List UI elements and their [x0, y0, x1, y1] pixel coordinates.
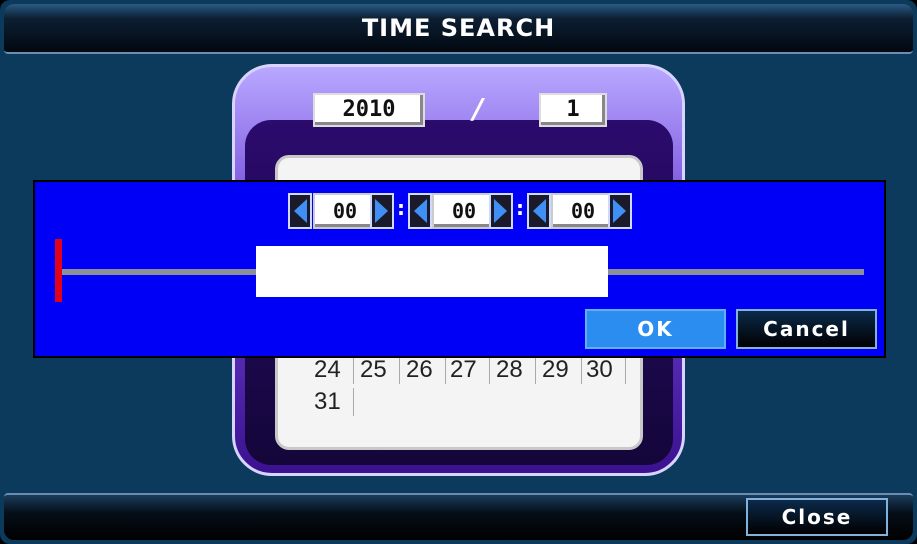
second-increment-button[interactable] [608, 193, 632, 229]
calendar-day[interactable]: 26 [400, 356, 446, 384]
title-bar: TIME SEARCH [4, 4, 913, 54]
calendar-day[interactable]: 30 [580, 356, 626, 384]
date-separator: / [472, 92, 484, 125]
timeline-recording-segment[interactable] [256, 246, 608, 297]
hour-decrement-button[interactable] [288, 193, 312, 229]
calendar-day[interactable]: 28 [490, 356, 536, 384]
cancel-button[interactable]: Cancel [736, 309, 877, 349]
arrow-left-icon [414, 199, 427, 223]
arrow-right-icon [494, 199, 507, 223]
window-title: TIME SEARCH [361, 14, 556, 42]
arrow-right-icon [613, 199, 626, 223]
hour-increment-button[interactable] [370, 193, 394, 229]
timeline-position-marker[interactable] [55, 239, 62, 302]
minute-increment-button[interactable] [489, 193, 513, 229]
second-field[interactable]: 00 [551, 193, 615, 229]
year-field[interactable]: 2010 [313, 93, 425, 127]
calendar-day[interactable]: 24 [308, 356, 354, 384]
arrow-left-icon [294, 199, 307, 223]
minute-decrement-button[interactable] [408, 193, 432, 229]
second-decrement-button[interactable] [527, 193, 551, 229]
calendar-day[interactable]: 27 [444, 356, 490, 384]
close-button[interactable]: Close [746, 498, 888, 536]
time-colon: : [397, 196, 405, 220]
hour-field[interactable]: 00 [313, 193, 377, 229]
calendar-day[interactable]: 31 [308, 388, 354, 416]
arrow-right-icon [375, 199, 388, 223]
calendar-day[interactable]: 29 [536, 356, 582, 384]
arrow-left-icon [533, 199, 546, 223]
time-colon: : [516, 196, 524, 220]
ok-button[interactable]: OK [585, 309, 726, 349]
calendar-day[interactable]: 25 [354, 356, 400, 384]
time-search-screen: TIME SEARCH 2010 / 1 24 25 26 27 28 29 3… [0, 0, 917, 544]
minute-field[interactable]: 00 [432, 193, 496, 229]
month-field[interactable]: 1 [539, 93, 607, 127]
